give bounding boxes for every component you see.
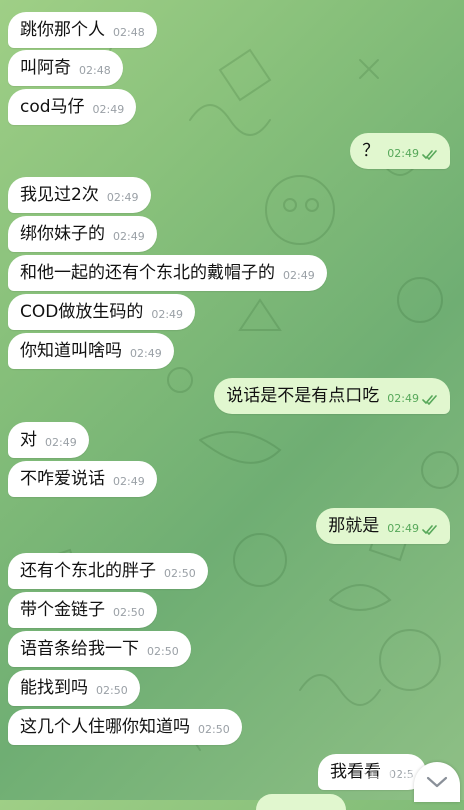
message-time: 02:49	[387, 147, 419, 160]
message-text: cod马仔	[20, 97, 85, 117]
double-check-icon	[422, 395, 437, 405]
message-text: 我见过2次	[20, 185, 99, 205]
outgoing-message[interactable]: ？ 02:49	[350, 133, 450, 169]
message-time: 02:49	[151, 308, 184, 321]
incoming-message[interactable]: 跳你那个人 02:48	[8, 12, 157, 48]
message-text: 带个金链子	[20, 600, 105, 620]
outgoing-message[interactable]: 说话是不是有点口吃 02:49	[214, 378, 450, 414]
message-text: 说话是不是有点口吃	[226, 386, 380, 406]
incoming-message[interactable]: 叫阿奇 02:48	[8, 50, 123, 86]
message-text: 能找到吗	[20, 678, 88, 698]
incoming-message[interactable]: 我见过2次 02:49	[8, 177, 151, 213]
message-text: COD做放生码的	[20, 302, 144, 322]
message-time: 02:49	[387, 522, 419, 535]
incoming-message[interactable]: 对 02:49	[8, 422, 89, 458]
message-text: 语音条给我一下	[20, 639, 139, 659]
message-text: 还有个东北的胖子	[20, 561, 156, 581]
chevron-down-icon	[426, 776, 448, 788]
incoming-message[interactable]: 绑你妹子的 02:49	[8, 216, 157, 252]
double-check-icon	[422, 525, 437, 535]
message-time: 02:48	[113, 26, 145, 39]
message-time: 02:49	[106, 191, 139, 204]
message-text: 不咋爱说话	[20, 469, 105, 489]
message-text: 和他一起的还有个东北的戴帽子的	[20, 263, 275, 283]
message-time: 02:50	[164, 567, 196, 580]
incoming-message[interactable]: 不咋爱说话 02:49	[8, 461, 157, 497]
message-time: 02:49	[283, 269, 315, 282]
message-time: 02:50	[96, 684, 128, 697]
message-time: 02:50	[113, 606, 145, 619]
message-text: 叫阿奇	[20, 58, 71, 78]
incoming-message[interactable]: 带个金链子 02:50	[8, 592, 157, 628]
message-text: 绑你妹子的	[20, 224, 105, 244]
incoming-message[interactable]: 你知道叫啥吗 02:49	[8, 333, 174, 369]
double-check-icon	[422, 150, 437, 160]
outgoing-message[interactable]: 那就是 02:49	[316, 508, 450, 544]
message-time: 02:49	[113, 230, 145, 243]
message-text: 那就是	[328, 516, 380, 536]
scroll-to-bottom-button[interactable]	[414, 762, 460, 802]
message-time: 02:49	[387, 392, 419, 405]
incoming-message[interactable]: cod马仔 02:49	[8, 89, 137, 125]
message-time: 02:49	[130, 347, 162, 360]
message-text: ？	[362, 141, 380, 161]
incoming-message[interactable]: 能找到吗 02:50	[8, 670, 140, 706]
incoming-message[interactable]: 还有个东北的胖子 02:50	[8, 553, 208, 589]
message-text: 你知道叫啥吗	[20, 341, 122, 361]
message-time: 02:49	[92, 103, 125, 116]
incoming-message[interactable]: 语音条给我一下 02:50	[8, 631, 191, 667]
message-text: 对	[20, 430, 37, 450]
message-time: 02:50	[198, 723, 230, 736]
message-time: 02:50	[147, 645, 179, 658]
partial-outgoing-message	[256, 794, 346, 810]
message-time: 02:49	[45, 436, 77, 449]
message-text: 这几个人住哪你知道吗	[20, 717, 190, 737]
message-text: 跳你那个人	[20, 20, 105, 40]
message-time: 02:48	[79, 64, 111, 77]
message-list[interactable]: 跳你那个人 02:48 叫阿奇 02:48 cod马仔 02:49 ？ 02:4…	[0, 0, 464, 810]
incoming-message[interactable]: 这几个人住哪你知道吗 02:50	[8, 709, 242, 745]
incoming-message[interactable]: 和他一起的还有个东北的戴帽子的 02:49	[8, 255, 327, 291]
message-time: 02:49	[113, 475, 145, 488]
incoming-message[interactable]: COD做放生码的 02:49	[8, 294, 196, 330]
